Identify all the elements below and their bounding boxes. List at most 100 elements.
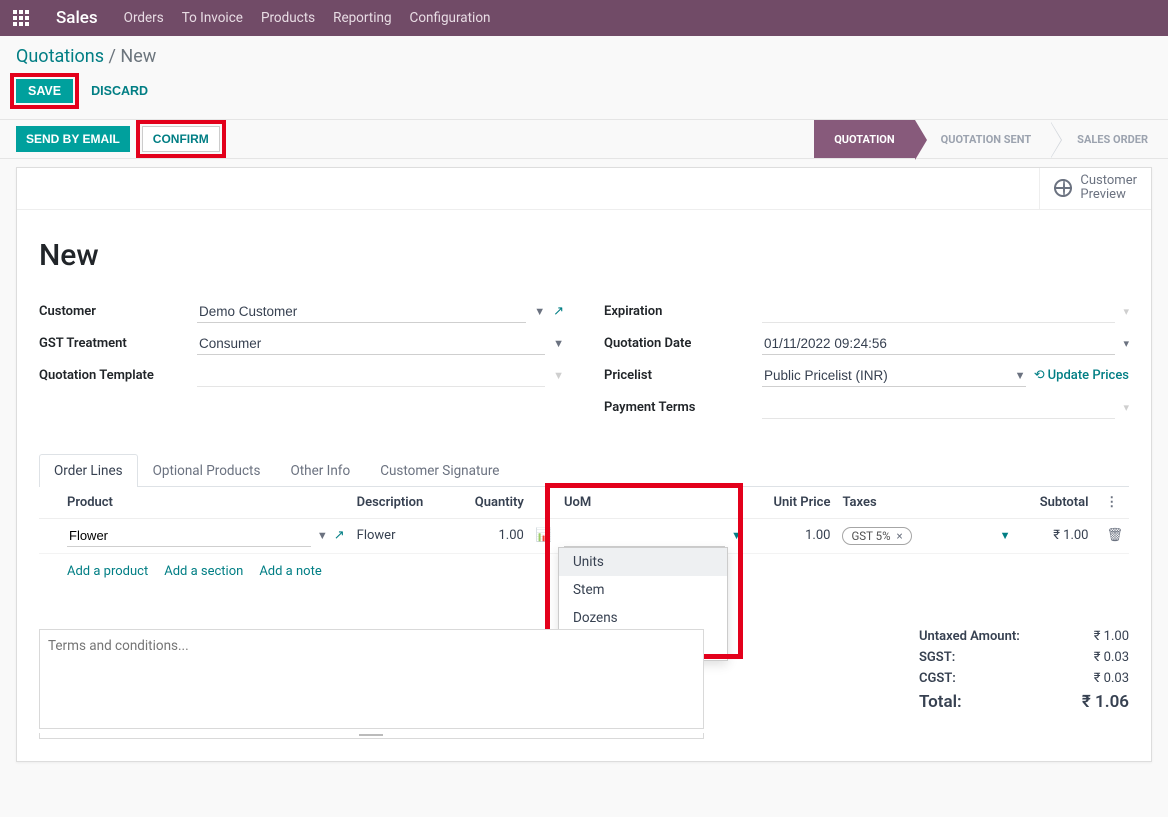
line-taxes-dropdown-icon[interactable]: ▼ bbox=[1000, 529, 1011, 542]
stage-quotation[interactable]: QUOTATION bbox=[814, 120, 914, 158]
untaxed-value: ₹ 1.00 bbox=[1094, 629, 1129, 644]
line-uom-dropdown-icon[interactable]: ▼ bbox=[731, 529, 742, 542]
table-row: ▼ ↗ Flower 1.00 📊 ▼ bbox=[39, 518, 1129, 553]
save-button[interactable]: SAVE bbox=[16, 79, 73, 103]
label-payment-terms: Payment Terms bbox=[604, 400, 754, 415]
gst-input[interactable] bbox=[197, 333, 545, 355]
pricelist-dropdown-icon[interactable]: ▼ bbox=[1015, 369, 1026, 382]
col-description: Description bbox=[351, 487, 452, 519]
col-uom: UoM bbox=[558, 487, 748, 519]
col-product: Product bbox=[61, 487, 351, 519]
tabs-bar: Order Lines Optional Products Other Info… bbox=[39, 453, 1129, 487]
customer-preview-text: CustomerPreview bbox=[1080, 174, 1137, 203]
breadcrumb-current: New bbox=[120, 46, 156, 67]
update-prices-link[interactable]: Update Prices bbox=[1034, 368, 1129, 383]
terms-textarea[interactable] bbox=[39, 629, 704, 729]
tab-order-lines[interactable]: Order Lines bbox=[39, 454, 138, 487]
line-product-input[interactable] bbox=[67, 525, 311, 547]
customer-dropdown-icon[interactable]: ▼ bbox=[534, 305, 545, 318]
col-quantity: Quantity bbox=[452, 487, 530, 519]
actions-row: SAVE DISCARD bbox=[0, 67, 1168, 119]
tab-customer-signature[interactable]: Customer Signature bbox=[365, 454, 514, 487]
nav-configuration[interactable]: Configuration bbox=[410, 10, 491, 26]
line-quantity[interactable]: 1.00 bbox=[452, 518, 530, 553]
line-delete-icon[interactable]: 🗑 bbox=[1100, 528, 1123, 543]
label-expiration: Expiration bbox=[604, 304, 754, 319]
nav-products[interactable]: Products bbox=[261, 10, 315, 26]
stage-quotation-sent[interactable]: QUOTATION SENT bbox=[915, 120, 1052, 158]
expiration-input[interactable] bbox=[762, 301, 1115, 323]
discard-button[interactable]: DISCARD bbox=[85, 83, 154, 99]
label-customer: Customer bbox=[39, 304, 189, 319]
terms-dropdown-icon[interactable]: ▾ bbox=[1123, 401, 1129, 414]
untaxed-label: Untaxed Amount: bbox=[919, 629, 1020, 644]
col-unit-price: Unit Price bbox=[748, 487, 836, 519]
customer-input[interactable] bbox=[197, 301, 526, 323]
label-pricelist: Pricelist bbox=[604, 368, 754, 383]
status-stages: QUOTATION QUOTATION SENT SALES ORDER bbox=[814, 120, 1168, 158]
confirm-button[interactable]: CONFIRM bbox=[142, 126, 220, 152]
template-input[interactable] bbox=[197, 365, 545, 387]
sgst-value: ₹ 0.03 bbox=[1094, 650, 1129, 665]
customer-external-link-icon[interactable]: ↗ bbox=[553, 304, 564, 319]
label-template: Quotation Template bbox=[39, 368, 189, 383]
app-brand[interactable]: Sales bbox=[56, 8, 98, 28]
pricelist-input[interactable] bbox=[762, 365, 1005, 386]
label-quotation-date: Quotation Date bbox=[604, 336, 754, 351]
line-uom-input[interactable] bbox=[564, 525, 725, 547]
line-subtotal: ₹ 1.00 bbox=[1016, 518, 1094, 553]
col-taxes: Taxes bbox=[836, 487, 1016, 519]
send-by-email-button[interactable]: SEND BY EMAIL bbox=[16, 126, 130, 152]
template-dropdown-icon[interactable]: ▼ bbox=[553, 369, 564, 382]
add-section-link[interactable]: Add a section bbox=[164, 564, 243, 579]
quotation-date-input[interactable] bbox=[762, 333, 1115, 355]
top-navbar: Sales Orders To Invoice Products Reporti… bbox=[0, 0, 1168, 36]
breadcrumb-sep: / bbox=[104, 46, 120, 67]
total-label: Total: bbox=[919, 692, 962, 712]
line-description[interactable]: Flower bbox=[351, 518, 452, 553]
uom-option-units[interactable]: Units bbox=[559, 548, 727, 576]
terms-box bbox=[39, 629, 704, 739]
status-row: SEND BY EMAIL CONFIRM QUOTATION QUOTATIO… bbox=[0, 119, 1168, 159]
breadcrumb-bar: Quotations / New bbox=[0, 36, 1168, 67]
page-title: New bbox=[39, 238, 1129, 273]
apps-icon[interactable] bbox=[12, 9, 30, 27]
nav-reporting[interactable]: Reporting bbox=[333, 10, 391, 26]
nav-to-invoice[interactable]: To Invoice bbox=[182, 10, 243, 26]
left-field-column: Customer ▼ ↗ GST Treatment ▼ Quotation T… bbox=[39, 301, 564, 419]
customer-preview-button[interactable]: CustomerPreview bbox=[1039, 168, 1151, 209]
line-tax-remove-icon[interactable]: × bbox=[897, 529, 903, 543]
date-dropdown-icon[interactable]: ▾ bbox=[1123, 337, 1129, 350]
line-product-dropdown-icon[interactable]: ▼ bbox=[317, 529, 328, 542]
total-value: ₹ 1.06 bbox=[1082, 692, 1129, 712]
breadcrumb-root[interactable]: Quotations bbox=[16, 46, 104, 67]
highlight-save: SAVE bbox=[10, 73, 79, 109]
line-tax-chip[interactable]: GST 5% × bbox=[842, 527, 911, 545]
totals-panel: Untaxed Amount:₹ 1.00 SGST:₹ 0.03 CGST:₹… bbox=[919, 629, 1129, 712]
line-tax-label: GST 5% bbox=[851, 529, 890, 543]
uom-option-stem[interactable]: Stem bbox=[559, 576, 727, 604]
tab-other-info[interactable]: Other Info bbox=[275, 454, 365, 487]
line-product-external-link-icon[interactable]: ↗ bbox=[334, 528, 345, 543]
refresh-icon bbox=[1034, 368, 1045, 383]
add-note-link[interactable]: Add a note bbox=[259, 564, 321, 579]
order-lines-table: Product Description Quantity UoM Unit Pr… bbox=[39, 487, 1129, 554]
breadcrumb: Quotations / New bbox=[16, 46, 1152, 67]
sheet-header: CustomerPreview bbox=[17, 168, 1151, 210]
payment-terms-input[interactable] bbox=[762, 397, 1115, 419]
line-unit-price[interactable]: 1.00 bbox=[748, 518, 836, 553]
globe-icon bbox=[1054, 179, 1072, 197]
terms-resize-handle[interactable] bbox=[39, 733, 704, 739]
uom-option-dozens[interactable]: Dozens bbox=[559, 604, 727, 632]
add-product-link[interactable]: Add a product bbox=[67, 564, 148, 579]
cgst-label: CGST: bbox=[919, 671, 956, 686]
expiration-dropdown-icon[interactable]: ▾ bbox=[1123, 305, 1129, 318]
col-subtotal: Subtotal bbox=[1016, 487, 1094, 519]
cgst-value: ₹ 0.03 bbox=[1094, 671, 1129, 686]
stage-sales-order[interactable]: SALES ORDER bbox=[1051, 120, 1168, 158]
tab-optional-products[interactable]: Optional Products bbox=[138, 454, 276, 487]
nav-orders[interactable]: Orders bbox=[124, 10, 164, 26]
columns-kebab-icon[interactable]: ⋮ bbox=[1105, 495, 1118, 510]
gst-dropdown-icon[interactable]: ▼ bbox=[553, 337, 564, 350]
forecast-icon[interactable]: 📊 bbox=[536, 528, 552, 543]
